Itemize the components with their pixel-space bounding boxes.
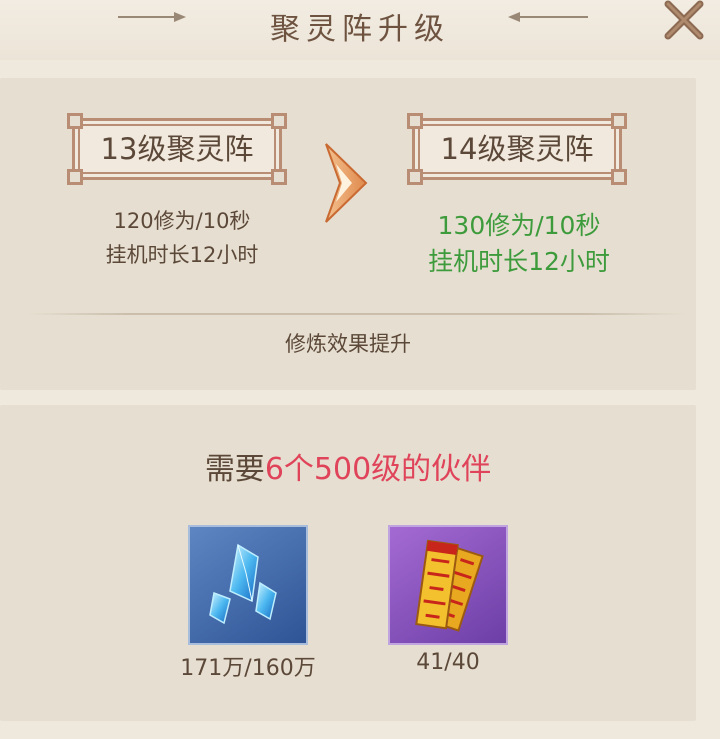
material-slot-crystal[interactable] — [188, 525, 308, 645]
current-stats: 120修为/10秒 挂机时长12小时 — [66, 204, 298, 272]
talisman-scroll-icon — [415, 539, 484, 632]
talisman-count: 41/40 — [416, 650, 480, 675]
requirement-prefix: 需要 — [204, 452, 265, 487]
blue-crystal-icon — [209, 543, 277, 625]
upgrade-arrow-icon — [325, 143, 368, 223]
next-stats: 130修为/10秒 挂机时长12小时 — [404, 208, 634, 280]
divider — [26, 313, 686, 315]
crystal-count: 171万/160万 — [180, 656, 316, 681]
next-level-text: 14级聚灵阵 — [440, 132, 594, 166]
current-level-text: 13级聚灵阵 — [100, 132, 254, 166]
requirement-text: 需要6个500级的伙伴 — [0, 444, 696, 488]
next-rate: 130修为/10秒 — [437, 211, 601, 240]
current-rate: 120修为/10秒 — [113, 209, 251, 233]
requirement-highlight: 6个500级的伙伴 — [264, 452, 492, 487]
current-level-label: 13级聚灵阵 — [67, 113, 287, 185]
dialog-header: 聚灵阵升级 — [0, 0, 720, 60]
close-icon[interactable] — [662, 0, 706, 40]
next-level-label: 14级聚灵阵 — [407, 113, 627, 185]
material-slot-talisman[interactable] — [388, 525, 508, 645]
title-right-ornament — [508, 12, 588, 22]
effect-note: 修炼效果提升 — [285, 332, 411, 356]
current-idle-time: 挂机时长12小时 — [105, 243, 259, 267]
next-idle-time: 挂机时长12小时 — [428, 247, 610, 276]
dialog-title: 聚灵阵升级 — [270, 12, 450, 47]
